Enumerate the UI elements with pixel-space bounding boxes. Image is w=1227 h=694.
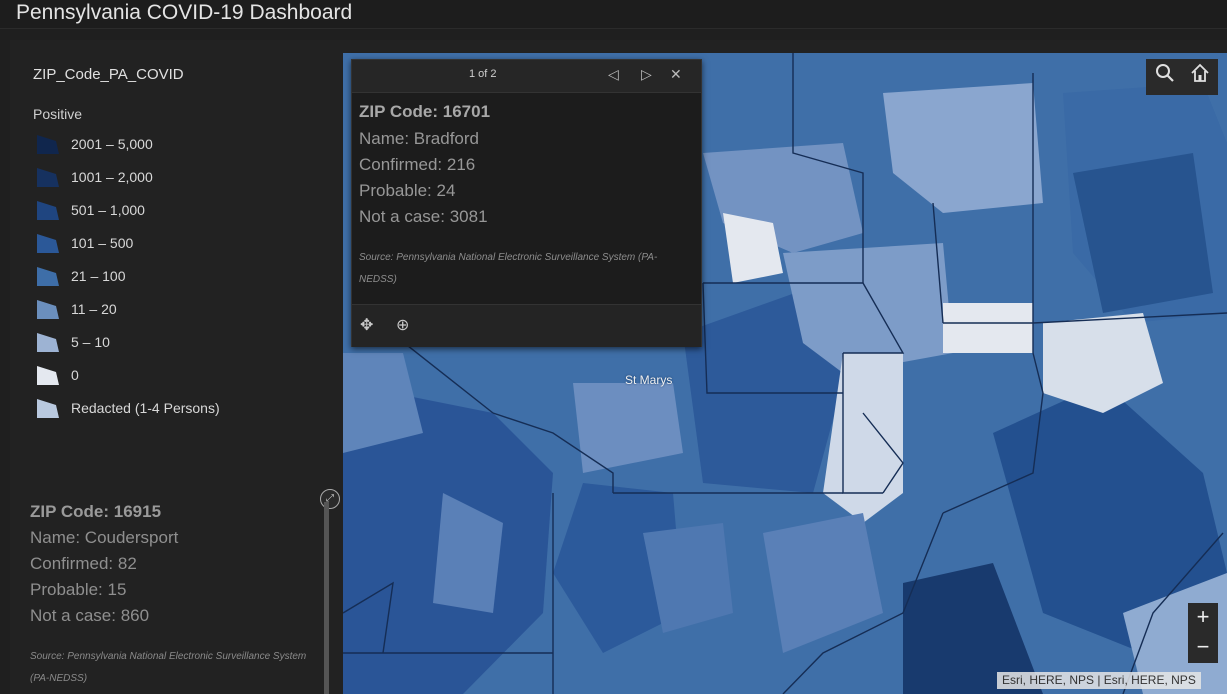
legend-swatch <box>37 168 59 187</box>
feature-info-panel: ZIP Code: 16915 Name: Coudersport Confir… <box>30 502 320 690</box>
legend-swatch <box>37 366 59 385</box>
info-zip: ZIP Code: 16915 <box>30 502 162 521</box>
popup-probable: Probable: 24 <box>359 181 456 200</box>
legend-field-name: Positive <box>33 106 83 122</box>
legend-item: 1001 – 2,000 <box>36 166 153 188</box>
legend-item: 21 – 100 <box>36 265 126 287</box>
info-probable: Probable: 15 <box>30 580 127 599</box>
previous-feature-icon[interactable]: ◁ <box>608 66 619 83</box>
app-header: Pennsylvania COVID-19 Dashboard <box>0 0 1227 29</box>
popup-name: Name: Bradford <box>359 129 479 148</box>
popup-zip: ZIP Code: 16701 <box>359 102 491 121</box>
legend-item-label: Redacted (1-4 Persons) <box>71 400 220 416</box>
legend-item: 101 – 500 <box>36 232 133 254</box>
legend-item: 0 <box>36 364 79 386</box>
popup-not-case: Not a case: 3081 <box>359 207 488 226</box>
legend-swatch <box>37 267 59 286</box>
expand-icon[interactable]: ⤢ <box>320 489 340 509</box>
legend-swatch <box>37 333 59 352</box>
home-icon[interactable] <box>1185 63 1215 91</box>
legend-item-label: 11 – 20 <box>71 301 117 317</box>
popup-source: Source: Pennsylvania National Electronic… <box>359 252 658 285</box>
map-toolbar <box>1146 59 1218 95</box>
search-icon[interactable] <box>1150 63 1180 91</box>
zoom-in-button[interactable]: + <box>1188 603 1218 633</box>
dashboard-title: Pennsylvania COVID-19 Dashboard <box>16 1 353 24</box>
legend-item-label: 5 – 10 <box>71 334 110 350</box>
legend-item: Redacted (1-4 Persons) <box>36 397 220 419</box>
map-attribution[interactable]: Esri, HERE, NPS | Esri, HERE, NPS <box>997 672 1201 689</box>
legend-panel: ZIP_Code_PA_COVID Positive 2001 – 5,000 … <box>12 44 327 484</box>
popup-footer: ✥ ⊕ <box>352 304 701 347</box>
popup-header: 1 of 2 ◁ ▷ ✕ <box>352 60 701 93</box>
info-source: Source: Pennsylvania National Electronic… <box>30 651 307 684</box>
info-not-case: Not a case: 860 <box>30 606 150 625</box>
legend-swatch <box>37 300 59 319</box>
legend-item: 501 – 1,000 <box>36 199 145 221</box>
legend-item-label: 101 – 500 <box>71 235 134 251</box>
legend-item: 2001 – 5,000 <box>36 133 153 155</box>
legend-swatch <box>37 234 59 253</box>
zoom-out-button[interactable]: − <box>1188 633 1218 663</box>
legend-item-label: 21 – 100 <box>71 268 126 284</box>
legend-item: 11 – 20 <box>36 298 117 320</box>
legend-swatch <box>37 399 59 418</box>
popup-confirmed: Confirmed: 216 <box>359 155 476 174</box>
popup-content: ZIP Code: 16701 Name: Bradford Confirmed… <box>359 102 694 291</box>
legend-swatch <box>37 201 59 220</box>
zoom-control: + − <box>1188 603 1218 663</box>
panel-scrollbar[interactable] <box>324 502 329 694</box>
close-popup-icon[interactable]: ✕ <box>670 66 682 83</box>
info-confirmed: Confirmed: 82 <box>30 554 137 573</box>
info-name: Name: Coudersport <box>30 528 179 547</box>
legend-layer-name: ZIP_Code_PA_COVID <box>33 66 184 83</box>
zoom-to-icon[interactable]: ⊕ <box>396 315 409 335</box>
legend-swatch <box>37 135 59 154</box>
place-label-st-marys: St Marys <box>625 373 673 387</box>
popup-pager: 1 of 2 <box>469 68 497 80</box>
legend-item-label: 501 – 1,000 <box>71 202 145 218</box>
legend-item: 5 – 10 <box>36 331 110 353</box>
legend-item-label: 2001 – 5,000 <box>71 136 153 152</box>
feature-popup: 1 of 2 ◁ ▷ ✕ ZIP Code: 16701 Name: Bradf… <box>351 59 702 347</box>
legend-item-label: 1001 – 2,000 <box>71 169 153 185</box>
next-feature-icon[interactable]: ▷ <box>641 66 652 83</box>
legend-item-label: 0 <box>71 367 79 383</box>
pan-to-icon[interactable]: ✥ <box>360 315 373 335</box>
